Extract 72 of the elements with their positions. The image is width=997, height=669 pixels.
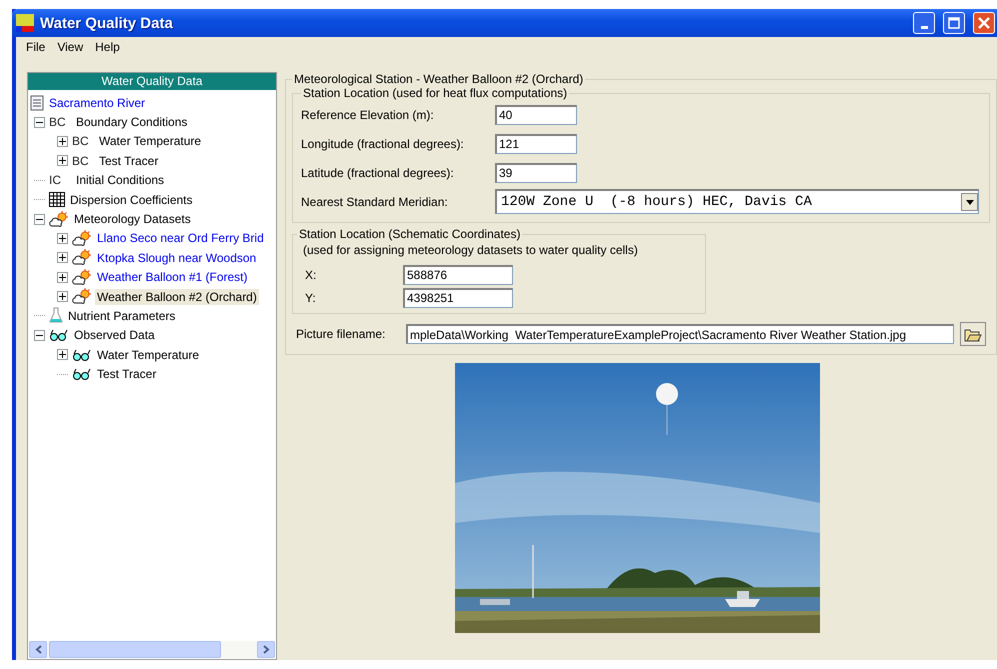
tree-item[interactable]: Llano Seco near Ord Ferry Brid <box>95 230 266 246</box>
tree-item-code-label: BC <box>49 115 67 130</box>
group-note: (used for assigning meteorology datasets to water quality cells) <box>302 242 639 259</box>
tree-item[interactable]: Water Temperature <box>95 346 202 363</box>
tree-item[interactable]: Ktopka Slough near Woodson <box>95 250 258 266</box>
tree-item[interactable]: Initial Conditions <box>74 172 166 188</box>
input-field[interactable]: 4398251 <box>403 288 513 308</box>
expand-icon[interactable] <box>57 291 68 302</box>
collapse-icon[interactable] <box>34 214 45 225</box>
input-field[interactable]: 39 <box>495 162 577 182</box>
tree-item[interactable]: Water Temperature <box>97 133 204 150</box>
tree-item-code-label: BC <box>72 154 90 168</box>
field-label: Reference Elevation (m): <box>301 108 435 122</box>
minimize-button[interactable] <box>913 12 935 34</box>
tree-item[interactable]: Observed Data <box>72 327 157 344</box>
folder-icon[interactable] <box>960 322 986 346</box>
cloud-sun-icon <box>72 230 92 247</box>
input-field[interactable]: 121 <box>495 134 577 154</box>
expand-icon[interactable] <box>57 272 68 283</box>
tree-item[interactable]: Weather Balloon #1 (Forest) <box>95 269 250 286</box>
field-label: X: <box>304 268 318 282</box>
collapse-icon[interactable] <box>34 116 45 128</box>
field-label: Y: <box>304 290 317 304</box>
cloud-sun-icon <box>49 210 69 228</box>
flask-icon <box>49 307 63 324</box>
app-icon <box>16 14 34 32</box>
menu-item[interactable]: File <box>20 40 52 54</box>
expand-icon[interactable] <box>57 252 68 264</box>
expand-icon[interactable] <box>57 349 68 360</box>
expand-icon[interactable] <box>57 155 68 166</box>
field-label: Longitude (fractional degrees): <box>301 136 465 150</box>
tree-item[interactable]: Weather Balloon #2 (Orchard) <box>95 288 259 305</box>
expand-icon[interactable] <box>57 232 68 244</box>
tree-item[interactable]: Nutrient Parameters <box>66 308 178 324</box>
menu-item[interactable]: View <box>51 40 90 54</box>
group-title: Meteorological Station - Weather Balloon #2 (Orchard) <box>293 72 584 86</box>
cloud-sun-icon <box>72 249 92 266</box>
minimize-icon <box>920 26 928 29</box>
binoculars-icon <box>72 368 92 380</box>
tree-item-code-label: BC <box>72 134 90 148</box>
meridian-dropdown[interactable]: 120W Zone U (-8 hours) HEC, Davis CA <box>495 189 979 214</box>
group-title: Station Location (used for heat flux computations) <box>302 86 568 100</box>
horizontal-scrollbar[interactable] <box>29 641 275 658</box>
cloud-sun-icon <box>72 288 92 306</box>
expand-icon[interactable] <box>57 136 68 147</box>
close-button[interactable] <box>973 12 995 34</box>
input-field[interactable]: 588876 <box>403 264 513 284</box>
collapse-icon[interactable] <box>34 330 45 341</box>
document-icon <box>30 94 44 111</box>
field-label: Nearest Standard Meridian: <box>301 194 449 208</box>
cloud-sun-icon <box>72 268 92 286</box>
tree-item[interactable]: Sacramento River <box>47 94 148 111</box>
table-icon <box>49 192 65 208</box>
tree-item[interactable]: Meteorology Datasets <box>72 211 193 228</box>
field-label: Latitude (fractional degrees): <box>301 166 455 180</box>
field-label: Picture filename: <box>295 327 386 341</box>
tree-item[interactable]: Boundary Conditions <box>74 114 190 130</box>
binoculars-icon <box>49 329 69 342</box>
tree-item[interactable]: Test Tracer <box>95 366 158 382</box>
tree-item-code-label: IC <box>49 173 62 188</box>
maximize-icon <box>948 17 960 30</box>
binoculars-icon <box>72 348 92 361</box>
tree-item[interactable]: Dispersion Coefficients <box>68 192 195 208</box>
input-field[interactable]: mpleData\Working WaterTemperatureExampleProject\Sacramento River Weather Station.jpg <box>406 324 954 344</box>
menu-item[interactable]: Help <box>89 40 126 54</box>
close-icon <box>977 16 991 30</box>
maximize-button[interactable] <box>943 12 965 34</box>
window-title: Water Quality Data <box>40 14 174 32</box>
group-title: Station Location (Schematic Coordinates) <box>298 227 522 241</box>
input-field[interactable]: 40 <box>495 104 577 124</box>
tree-item[interactable]: Test Tracer <box>97 152 160 169</box>
tree-header: Water Quality Data <box>28 73 276 90</box>
